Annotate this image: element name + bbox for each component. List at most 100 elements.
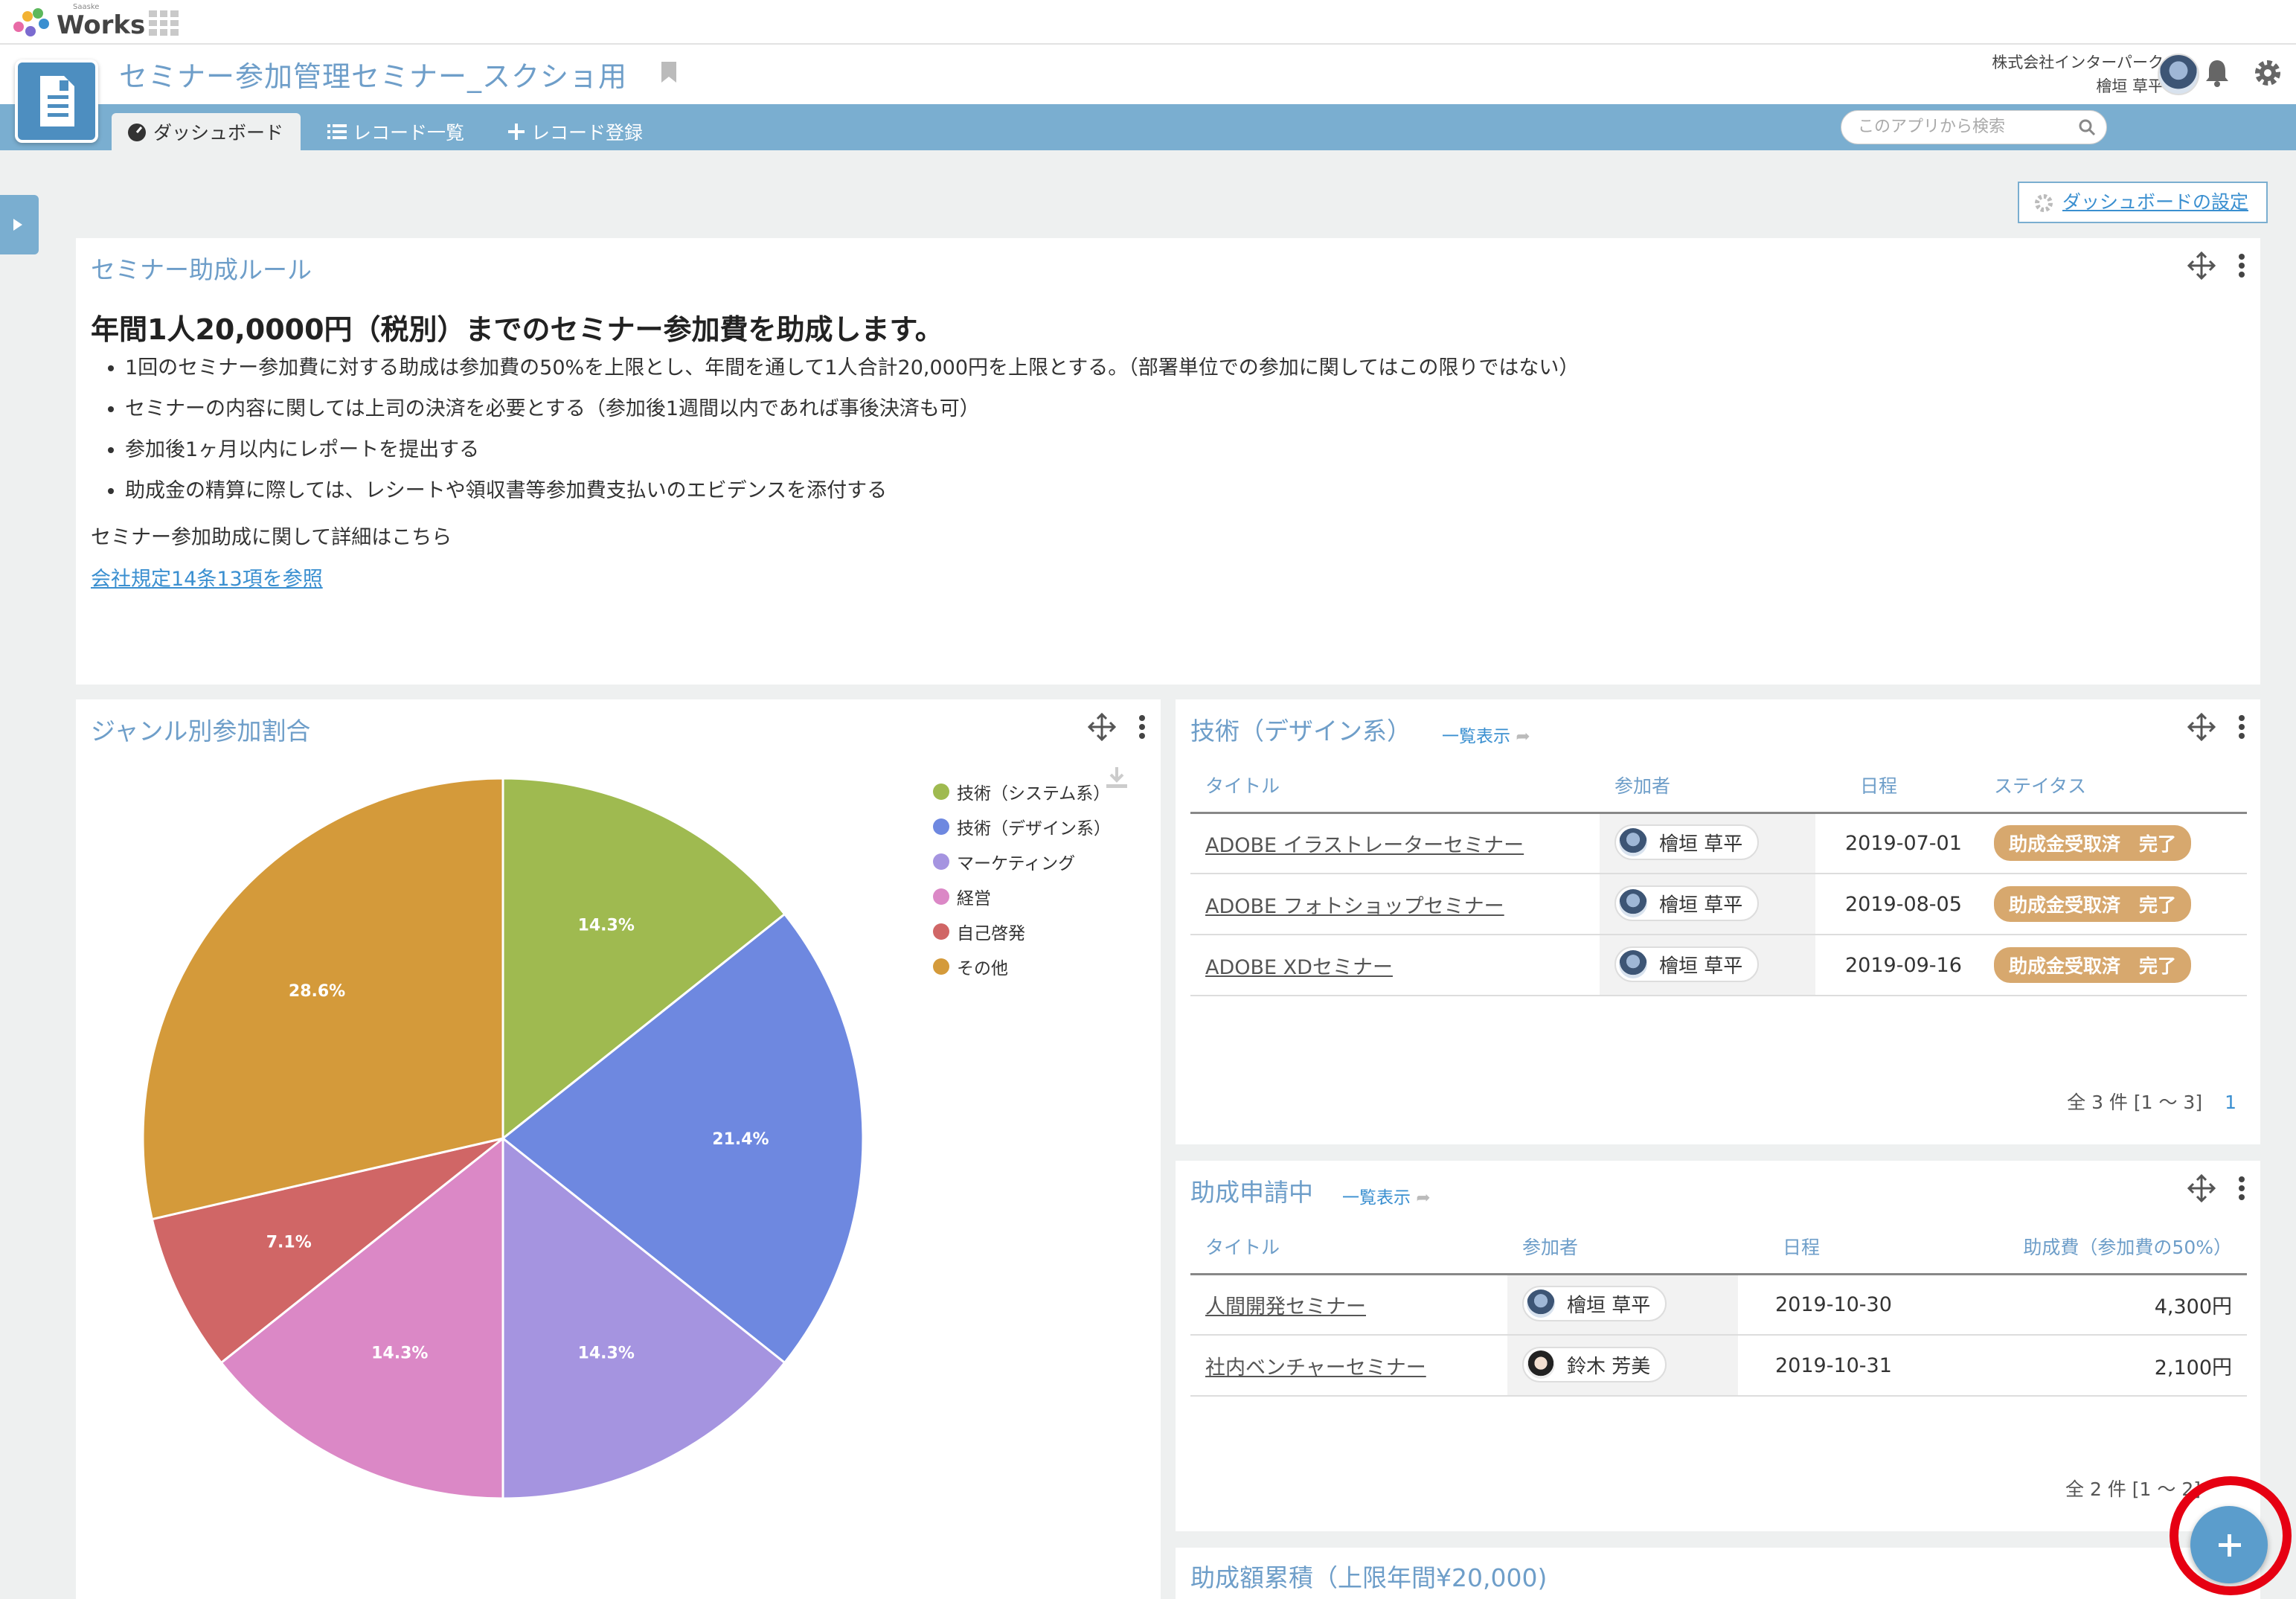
- avatar: [1619, 828, 1647, 857]
- user-chip[interactable]: 鈴木 芳美: [1522, 1347, 1667, 1382]
- move-icon[interactable]: [2187, 713, 2216, 741]
- works-logo[interactable]: Saaske Works: [12, 3, 145, 42]
- rules-list-item: セミナーの内容に関しては上司の決済を必要とする（参加後1週間以内であれば事後決済…: [125, 397, 1579, 438]
- rules-heading: 年間1人20,0000円（税別）までのセミナー参加費を助成します。: [91, 313, 943, 346]
- title-cell[interactable]: 社内ベンチャーセミナー: [1190, 1335, 1507, 1397]
- search-placeholder: このアプリから検索: [1858, 118, 2006, 136]
- pagination: 全 2 件 [1 〜 2]: [2065, 1475, 2201, 1502]
- rules-detail-text: セミナー参加助成に関して詳細はこちら: [91, 526, 452, 549]
- table-row[interactable]: 人間開発セミナー 檜垣 草平 2019-10-30 4,300円: [1190, 1274, 2247, 1336]
- rules-list-item: 1回のセミナー参加費に対する助成は参加費の50%を上限とし、年間を通して1人合計…: [125, 356, 1579, 397]
- search-icon[interactable]: [2078, 118, 2096, 136]
- slice-label: 14.3%: [578, 916, 635, 935]
- gear-icon: [2035, 194, 2053, 212]
- column-header[interactable]: 参加者: [1600, 759, 1815, 814]
- more-options-icon[interactable]: [2238, 714, 2245, 740]
- user-chip[interactable]: 檜垣 草平: [1614, 824, 1760, 861]
- page-number-link[interactable]: 1: [2225, 1092, 2236, 1113]
- column-header[interactable]: 日程: [1815, 759, 1979, 814]
- status-badge: 助成金受取済 完了: [1994, 886, 2192, 922]
- legend-swatch: [933, 958, 949, 975]
- cumulative-panel: 助成額累積（上限年間¥20,000): [1176, 1548, 2260, 1599]
- legend-label: マーケティング: [957, 853, 1076, 874]
- list-view-link[interactable]: 一覧表示 ➦: [1342, 1183, 1431, 1208]
- sidebar-toggle-button[interactable]: [0, 195, 39, 254]
- date-cell: 2019-10-31: [1738, 1335, 1924, 1397]
- table-row[interactable]: 社内ベンチャーセミナー 鈴木 芳美 2019-10-31 2,100円: [1190, 1335, 2247, 1397]
- legend-item[interactable]: その他: [933, 949, 1111, 984]
- title-cell[interactable]: ADOBE イラストレーターセミナー: [1190, 813, 1600, 874]
- list-view-link[interactable]: 一覧表示 ➦: [1442, 722, 1530, 747]
- table-row[interactable]: ADOBE イラストレーターセミナー 檜垣 草平 2019-07-01 助成金受…: [1190, 813, 2247, 874]
- gear-icon[interactable]: [2253, 58, 2283, 88]
- user-chip[interactable]: 檜垣 草平: [1522, 1286, 1667, 1322]
- record-title-link[interactable]: ADOBE フォトショップセミナー: [1205, 895, 1504, 918]
- regulation-link[interactable]: 会社規定14条13項を参照: [91, 563, 323, 592]
- slice-label: 28.6%: [289, 982, 345, 1001]
- tab-record-list[interactable]: レコード一覧: [327, 113, 464, 150]
- dashboard-settings-label: ダッシュボードの設定: [2062, 191, 2249, 213]
- table-row[interactable]: ADOBE フォトショップセミナー 檜垣 草平 2019-08-05 助成金受取…: [1190, 874, 2247, 935]
- table-row[interactable]: ADOBE XDセミナー 檜垣 草平 2019-09-16 助成金受取済 完了: [1190, 935, 2247, 996]
- panel-tools: [2187, 713, 2245, 741]
- more-options-icon[interactable]: [2238, 253, 2245, 278]
- legend-swatch: [933, 853, 949, 870]
- legend-item[interactable]: 経営: [933, 879, 1111, 914]
- bell-icon[interactable]: [2204, 58, 2231, 88]
- status-cell: 助成金受取済 完了: [1979, 813, 2247, 874]
- top-bar: Saaske Works: [0, 0, 2296, 45]
- tab-record-register[interactable]: レコード登録: [507, 113, 643, 150]
- title-cell[interactable]: ADOBE フォトショップセミナー: [1190, 874, 1600, 935]
- avatar: [1619, 889, 1647, 917]
- date-cell: 2019-07-01: [1815, 813, 1979, 874]
- user-info[interactable]: 株式会社インターパーク 檜垣 草平: [1992, 51, 2164, 98]
- user-chip[interactable]: 檜垣 草平: [1614, 946, 1760, 982]
- rules-panel: セミナー助成ルール 年間1人20,0000円（税別）までのセミナー参加費を助成し…: [76, 238, 2260, 685]
- column-header[interactable]: タイトル: [1190, 1220, 1507, 1275]
- rules-list: 1回のセミナー参加費に対する助成は参加費の50%を上限とし、年間を通して1人合計…: [107, 356, 1579, 519]
- user-chip[interactable]: 檜垣 草平: [1614, 885, 1760, 921]
- record-title-link[interactable]: ADOBE XDセミナー: [1205, 956, 1393, 979]
- highlight-circle: [2170, 1476, 2292, 1595]
- app-document-icon[interactable]: [15, 60, 98, 143]
- title-cell[interactable]: ADOBE XDセミナー: [1190, 935, 1600, 996]
- date-cell: 2019-08-05: [1815, 874, 1979, 935]
- applying-panel: 助成申請中 一覧表示 ➦ タイトル 参加者 日程 助成費（参加費の50%） 人間…: [1176, 1161, 2260, 1531]
- pagination: 全 3 件 [1 〜 3] 1: [2067, 1088, 2236, 1115]
- panel-tools: [2187, 1174, 2245, 1202]
- avatar: [1527, 1350, 1555, 1379]
- column-header[interactable]: ステイタス: [1979, 759, 2247, 814]
- applying-table: タイトル 参加者 日程 助成費（参加費の50%） 人間開発セミナー 檜垣 草平 …: [1190, 1220, 2247, 1397]
- legend-item[interactable]: 自己啓発: [933, 914, 1111, 949]
- user-avatar[interactable]: [2158, 54, 2199, 95]
- column-header[interactable]: 参加者: [1507, 1220, 1738, 1275]
- bookmark-icon[interactable]: [661, 61, 677, 83]
- column-header[interactable]: タイトル: [1190, 759, 1600, 814]
- record-title-link[interactable]: 人間開発セミナー: [1205, 1295, 1366, 1318]
- logo-small-text: Saaske: [73, 3, 100, 11]
- app-search-input[interactable]: このアプリから検索: [1841, 110, 2107, 144]
- title-cell[interactable]: 人間開発セミナー: [1190, 1274, 1507, 1336]
- more-options-icon[interactable]: [2238, 1176, 2245, 1201]
- user-name: 檜垣 草平: [1659, 894, 1743, 917]
- legend-item[interactable]: 技術（デザイン系）: [933, 809, 1111, 844]
- column-header[interactable]: 日程: [1738, 1220, 1924, 1275]
- slice-label: 14.3%: [578, 1345, 635, 1363]
- record-title-link[interactable]: ADOBE イラストレーターセミナー: [1205, 834, 1524, 857]
- amount-cell: 2,100円: [1924, 1335, 2247, 1397]
- move-icon[interactable]: [2187, 1174, 2216, 1202]
- tab-dashboard[interactable]: ダッシュボード: [112, 113, 301, 150]
- legend-swatch: [933, 923, 949, 940]
- user-name: 檜垣 草平: [2096, 77, 2164, 95]
- record-title-link[interactable]: 社内ベンチャーセミナー: [1205, 1356, 1426, 1380]
- app-grid-icon[interactable]: [149, 10, 179, 36]
- pagination-summary: 全 3 件 [1 〜 3]: [2067, 1092, 2203, 1113]
- legend-item[interactable]: 技術（システム系）: [933, 774, 1111, 809]
- legend-label: 経営: [957, 888, 991, 909]
- status-badge: 助成金受取済 完了: [1994, 825, 2192, 862]
- genre-chart-panel: ジャンル別参加割合 14.3% 21.4% 14.3% 14.3% 7.1% 28.6% …: [76, 699, 1161, 1599]
- legend-item[interactable]: マーケティング: [933, 844, 1111, 879]
- column-header[interactable]: 助成費（参加費の50%）: [1924, 1220, 2247, 1275]
- dashboard-settings-button[interactable]: ダッシュボードの設定: [2018, 182, 2268, 223]
- move-icon[interactable]: [2187, 251, 2216, 280]
